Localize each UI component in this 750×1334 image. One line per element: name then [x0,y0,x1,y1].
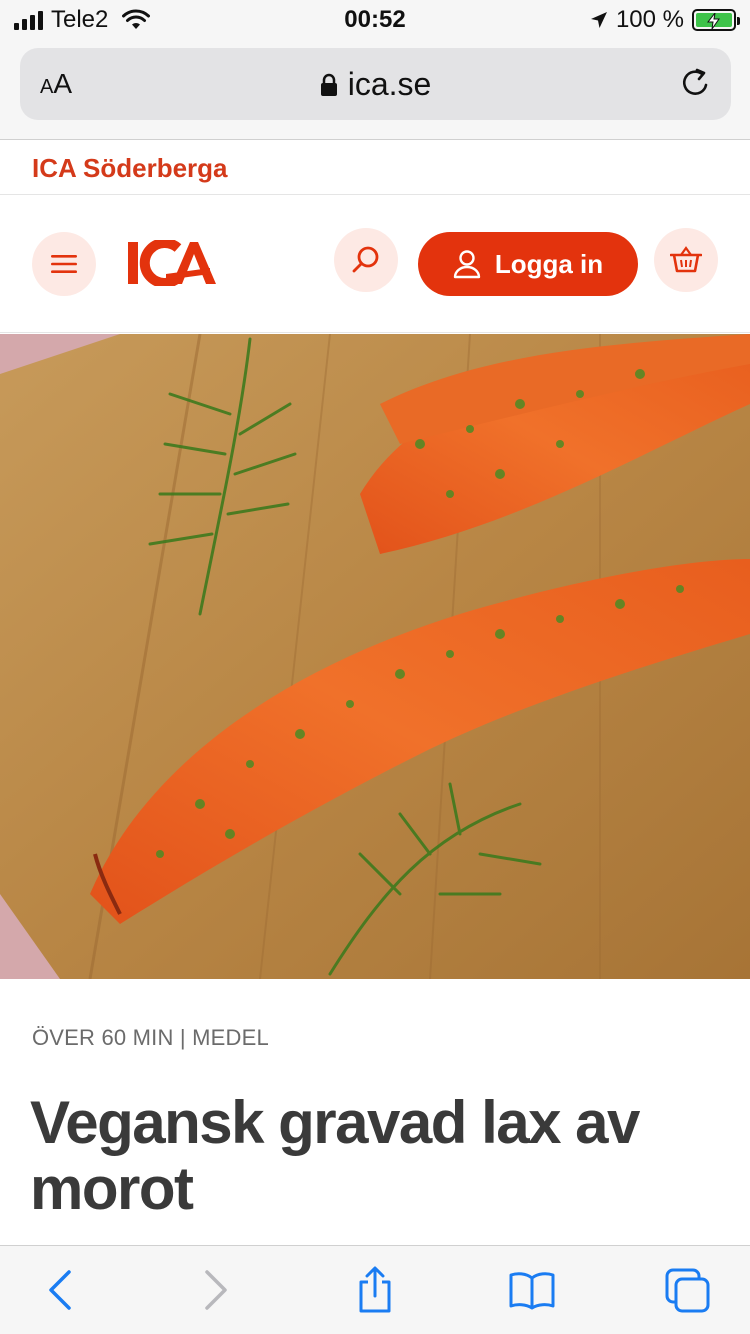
recipe-meta: ÖVER 60 MIN | MEDEL [32,1025,269,1050]
chevron-left-icon [49,1270,71,1310]
basket-icon [670,246,702,273]
store-name-link[interactable]: ICA Söderberga [32,153,228,184]
browser-toolbar [0,1245,750,1334]
user-icon [453,250,481,279]
share-button[interactable] [351,1266,399,1314]
carrot-dish-illustration [0,334,750,979]
browser-address-area: AA ica.se [0,40,750,140]
page: Tele2 00:52 100 % AA ica.se ICA Söderber… [0,0,750,1334]
status-right: 100 % [590,6,740,34]
store-bar: ICA Söderberga [0,141,750,195]
hamburger-icon [51,255,77,273]
tabs-icon [665,1268,710,1313]
charging-bolt-icon [706,13,720,29]
recipe-title: Vegansk gravad lax av morot [30,1089,640,1222]
search-icon [352,246,379,273]
location-arrow-icon [590,12,607,28]
url-text: ica.se [347,66,432,102]
reload-icon[interactable] [679,66,713,100]
forward-button[interactable] [192,1266,240,1314]
book-icon [509,1272,555,1310]
ica-logo[interactable] [126,238,218,288]
battery-percent: 100 % [615,6,684,33]
battery-fill [696,13,732,29]
address-bar[interactable]: AA ica.se [20,48,731,120]
share-icon [359,1266,391,1313]
tabs-button[interactable] [664,1266,712,1314]
login-label: Logga in [494,248,604,279]
ica-logo-mark [128,238,216,288]
site-header: Logga in [0,196,750,333]
url-display[interactable]: ica.se [20,66,731,103]
login-button[interactable]: Logga in [418,232,638,296]
bookmarks-button[interactable] [508,1266,556,1314]
recipe-hero-image [0,334,750,979]
status-bar: Tele2 00:52 100 % [0,0,750,40]
chevron-right-icon [205,1270,227,1310]
menu-button[interactable] [32,232,96,296]
battery-icon [692,9,740,31]
search-button[interactable] [334,228,398,292]
back-button[interactable] [36,1266,84,1314]
lock-icon [320,73,337,96]
basket-button[interactable] [654,228,718,292]
